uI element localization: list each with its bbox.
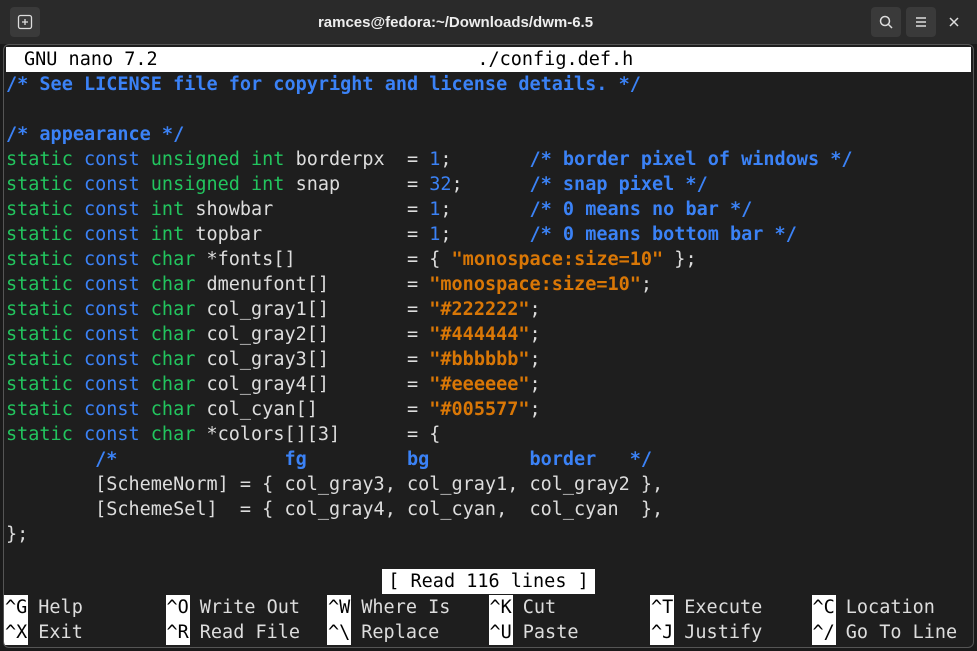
- editor-content[interactable]: /* See LICENSE file for copyright and li…: [6, 72, 971, 547]
- nano-filename: ./config.def.h: [158, 47, 953, 72]
- window-title: ramces@fedora:~/Downloads/dwm-6.5: [48, 14, 863, 31]
- hamburger-icon: [913, 14, 929, 30]
- code-line: static const int showbar = 1; /* 0 means…: [6, 197, 971, 222]
- terminal-area[interactable]: GNU nano 7.2 ./config.def.h /* See LICEN…: [3, 44, 974, 648]
- shortcut-item: ^K Cut: [489, 595, 651, 620]
- search-icon: [878, 14, 894, 30]
- code-line: static const unsigned int snap = 32; /* …: [6, 172, 971, 197]
- code-line: };: [6, 522, 971, 547]
- shortcut-key: ^T: [650, 595, 674, 620]
- shortcut-label: Read File: [200, 620, 300, 645]
- shortcut-label: Location: [846, 595, 935, 620]
- nano-version: GNU nano 7.2: [24, 47, 158, 72]
- nano-shortcuts: ^G Help ^O Write Out ^W Where Is ^K Cut ^T Execut…: [4, 595, 973, 645]
- shortcut-label: Exit: [38, 620, 83, 645]
- shortcut-item: ^\ Replace: [327, 620, 489, 645]
- shortcut-item: ^G Help: [4, 595, 166, 620]
- shortcut-key: ^\: [327, 620, 351, 645]
- shortcut-item: ^W Where Is: [327, 595, 489, 620]
- plus-box-icon: [17, 14, 33, 30]
- code-line: static const unsigned int borderpx = 1; …: [6, 147, 971, 172]
- code-line: static const int topbar = 1; /* 0 means …: [6, 222, 971, 247]
- shortcut-key: ^G: [4, 595, 28, 620]
- shortcut-label: Cut: [523, 595, 556, 620]
- shortcut-key: ^J: [650, 620, 674, 645]
- code-line: static const char *fonts[] = { "monospac…: [6, 247, 971, 272]
- code-line: static const char col_gray3[] = "#bbbbbb…: [6, 347, 971, 372]
- shortcut-item: ^/ Go To Line: [812, 620, 974, 645]
- shortcut-item: ^T Execute: [650, 595, 812, 620]
- shortcut-label: Help: [38, 595, 83, 620]
- shortcut-key: ^C: [812, 595, 836, 620]
- search-button[interactable]: [871, 7, 901, 37]
- shortcut-key: ^/: [812, 620, 836, 645]
- shortcut-label: Where Is: [361, 595, 450, 620]
- code-line: static const char *colors[][3] = {: [6, 422, 971, 447]
- shortcut-item: ^U Paste: [489, 620, 651, 645]
- shortcut-key: ^K: [489, 595, 513, 620]
- shortcut-item: ^X Exit: [4, 620, 166, 645]
- shortcut-key: ^R: [166, 620, 190, 645]
- shortcut-label: Justify: [684, 620, 762, 645]
- close-button[interactable]: [941, 9, 967, 35]
- shortcut-item: ^O Write Out: [166, 595, 328, 620]
- code-line: /* fg bg border */: [6, 447, 971, 472]
- code-line: [SchemeSel] = { col_gray4, col_cyan, col…: [6, 497, 971, 522]
- code-line: static const char col_gray4[] = "#eeeeee…: [6, 372, 971, 397]
- shortcut-label: Write Out: [200, 595, 300, 620]
- shortcut-key: ^O: [166, 595, 190, 620]
- code-line: /* appearance */: [6, 122, 971, 147]
- shortcut-label: Replace: [361, 620, 439, 645]
- shortcut-key: ^W: [327, 595, 351, 620]
- code-line: static const char col_gray2[] = "#444444…: [6, 322, 971, 347]
- nano-header: GNU nano 7.2 ./config.def.h: [6, 47, 971, 72]
- code-line: static const char col_gray1[] = "#222222…: [6, 297, 971, 322]
- shortcut-item: ^J Justify: [650, 620, 812, 645]
- shortcut-key: ^X: [4, 620, 28, 645]
- titlebar-actions: [871, 7, 967, 37]
- shortcut-item: ^R Read File: [166, 620, 328, 645]
- shortcut-key: ^U: [489, 620, 513, 645]
- code-line: static const char dmenufont[] = "monospa…: [6, 272, 971, 297]
- new-tab-button[interactable]: [10, 7, 40, 37]
- close-icon: [948, 16, 960, 28]
- shortcut-label: Go To Line: [846, 620, 957, 645]
- shortcut-label: Paste: [523, 620, 579, 645]
- nano-status-bar: [ Read 116 lines ]: [4, 569, 973, 594]
- titlebar: ramces@fedora:~/Downloads/dwm-6.5: [0, 0, 977, 44]
- code-line: [6, 97, 971, 122]
- nano-status-text: [ Read 116 lines ]: [382, 569, 594, 594]
- shortcut-item: ^C Location: [812, 595, 974, 620]
- code-line: [SchemeNorm] = { col_gray3, col_gray1, c…: [6, 472, 971, 497]
- shortcut-label: Execute: [684, 595, 762, 620]
- code-line: /* See LICENSE file for copyright and li…: [6, 72, 971, 97]
- menu-button[interactable]: [906, 7, 936, 37]
- code-line: static const char col_cyan[] = "#005577"…: [6, 397, 971, 422]
